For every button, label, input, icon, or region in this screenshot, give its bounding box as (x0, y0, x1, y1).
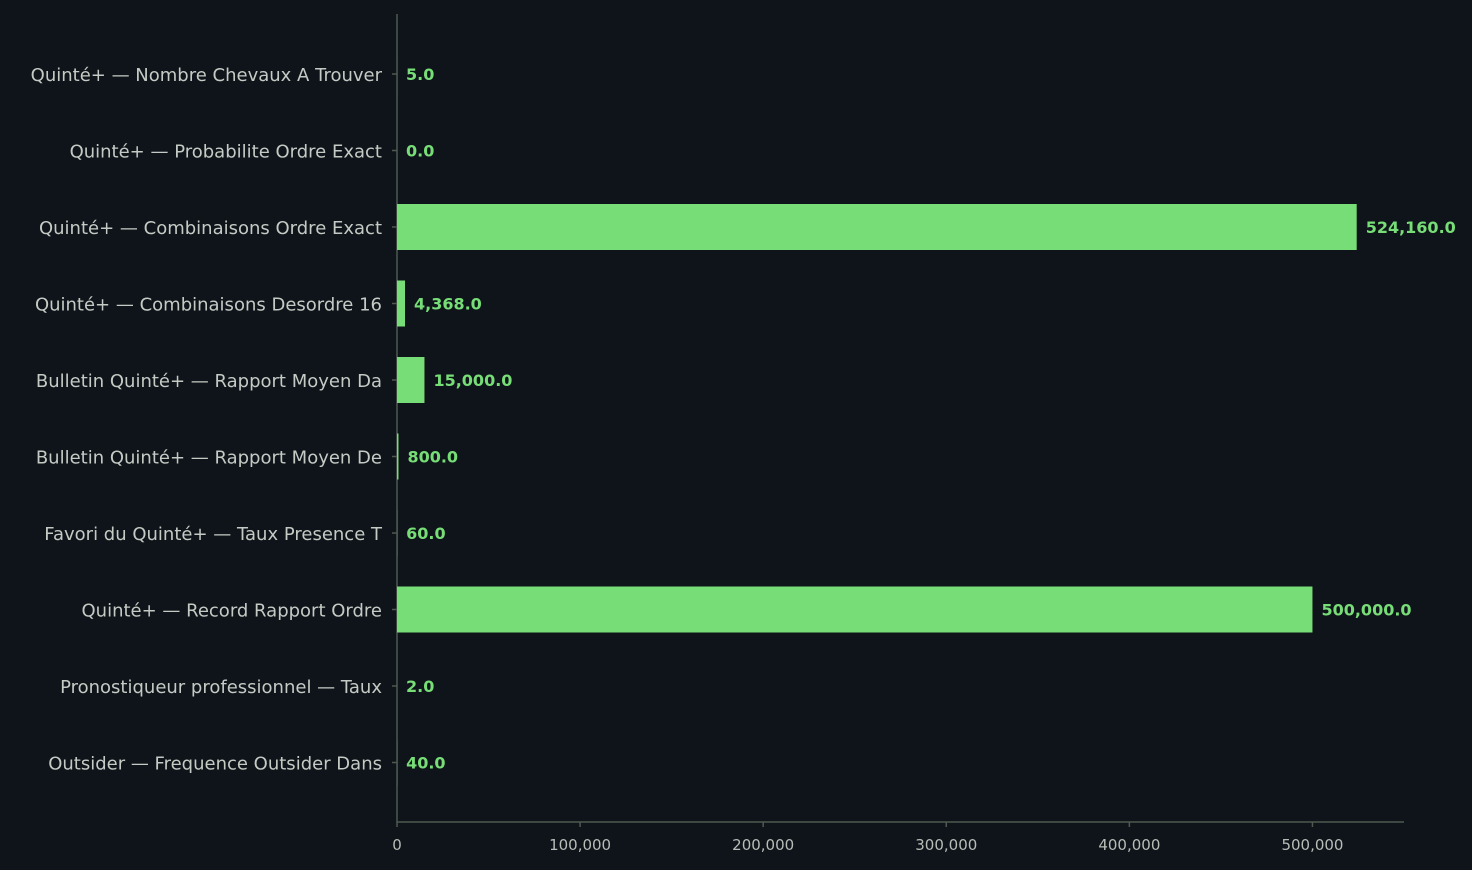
category-label: Quinté+ — Probabilite Ordre Exact (70, 142, 382, 163)
x-tick-label: 400,000 (1098, 836, 1160, 854)
value-label: 60.0 (406, 524, 445, 543)
category-label: Pronostiqueur professionnel — Taux (60, 677, 382, 698)
category-label: Quinté+ — Combinaisons Ordre Exact (39, 218, 382, 239)
x-tick-label: 100,000 (549, 836, 611, 854)
x-tick-label: 200,000 (732, 836, 794, 854)
bar (397, 280, 405, 327)
x-tick-label: 300,000 (915, 836, 977, 854)
category-label: Bulletin Quinté+ — Rapport Moyen De (36, 448, 382, 469)
category-label: Bulletin Quinté+ — Rapport Moyen Da (36, 371, 382, 392)
chart-area: 0 100,000 200,000 300,000 400,000 500,000 Quin… (0, 0, 1472, 870)
category-label: Favori du Quinté+ — Taux Presence T (44, 524, 383, 545)
category-label: Outsider — Frequence Outsider Dans (48, 754, 382, 775)
value-label: 4,368.0 (414, 295, 482, 314)
bar (397, 204, 1357, 250)
category-label: Quinté+ — Combinaisons Desordre 16 (35, 295, 382, 316)
bar (397, 586, 1313, 633)
value-label: 15,000.0 (433, 371, 512, 390)
value-label: 524,160.0 (1366, 218, 1456, 237)
value-label: 40.0 (406, 754, 445, 773)
value-label: 500,000.0 (1321, 601, 1411, 620)
value-label: 800.0 (407, 448, 458, 467)
bar-chart: 0 100,000 200,000 300,000 400,000 500,000 Quin… (31, 14, 1456, 854)
value-label: 5.0 (406, 65, 434, 84)
bar (397, 433, 399, 480)
x-tick-label: 0 (392, 836, 402, 854)
category-label: Quinté+ — Record Rapport Ordre (82, 601, 383, 622)
value-label: 2.0 (406, 677, 434, 696)
category-label: Quinté+ — Nombre Chevaux A Trouver (31, 65, 383, 86)
x-tick-label: 500,000 (1281, 836, 1343, 854)
bar (397, 357, 425, 403)
value-label: 0.0 (406, 142, 434, 161)
